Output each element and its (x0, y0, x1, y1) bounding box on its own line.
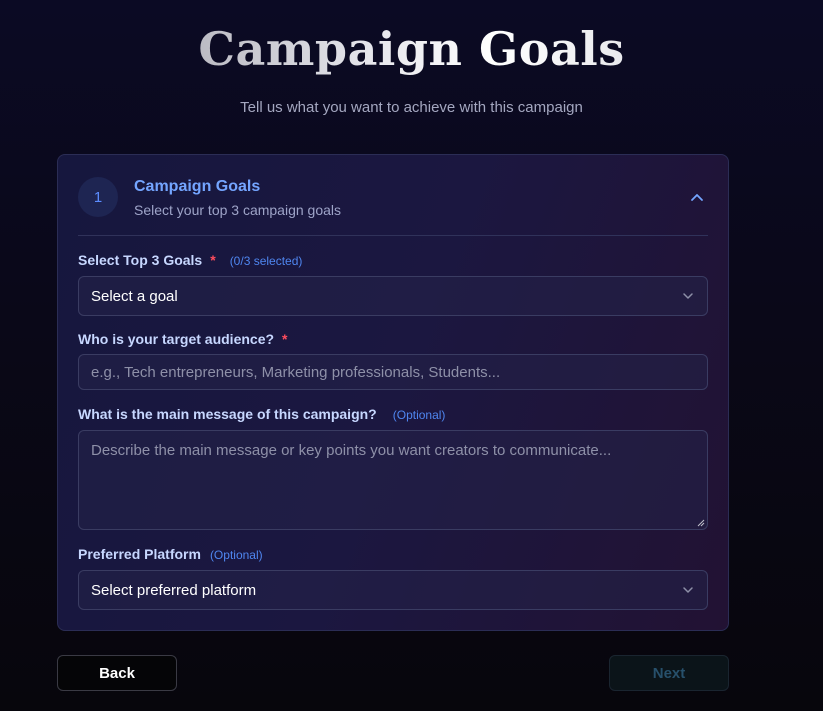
section-header[interactable]: 1 Campaign Goals Select your top 3 campa… (78, 155, 708, 236)
platform-select-value: Select preferred platform (91, 581, 257, 599)
chevron-down-icon (681, 583, 695, 597)
step-number-badge: 1 (78, 177, 118, 217)
collapse-button[interactable] (686, 187, 708, 207)
target-audience-input[interactable]: e.g., Tech entrepreneurs, Marketing prof… (78, 354, 708, 390)
audience-label-text: Who is your target audience? (78, 331, 275, 347)
campaign-goals-card: 1 Campaign Goals Select your top 3 campa… (57, 154, 729, 631)
platform-optional: (Optional) (209, 548, 263, 562)
resize-handle-icon[interactable] (697, 519, 705, 527)
goals-required-mark: * (210, 252, 216, 268)
section-title: Campaign Goals (134, 178, 261, 195)
platform-select[interactable]: Select preferred platform (78, 570, 708, 610)
goals-label: Select Top 3 Goals * (0/3 selected) (78, 252, 302, 268)
message-label: What is the main message of this campaig… (78, 406, 445, 422)
goals-label-text: Select Top 3 Goals (78, 252, 203, 268)
target-audience-placeholder: e.g., Tech entrepreneurs, Marketing prof… (91, 363, 501, 381)
page-title: Campaign Goals (0, 22, 823, 76)
goals-counter: (0/3 selected) (229, 254, 303, 268)
message-optional: (Optional) (392, 408, 446, 422)
platform-label-text: Preferred Platform (78, 546, 201, 562)
back-button[interactable]: Back (57, 655, 177, 691)
message-label-text: What is the main message of this campaig… (78, 406, 377, 422)
main-message-textarea[interactable]: Describe the main message or key points … (78, 430, 708, 530)
audience-label: Who is your target audience? * (78, 331, 287, 347)
section-subtitle: Select your top 3 campaign goals (134, 202, 342, 218)
goals-select-value: Select a goal (91, 287, 178, 305)
chevron-up-icon (691, 194, 703, 201)
audience-required-mark: * (282, 331, 288, 347)
page-subtitle: Tell us what you want to achieve with th… (240, 99, 583, 116)
chevron-down-icon (681, 289, 695, 303)
goals-select[interactable]: Select a goal (78, 276, 708, 316)
main-message-placeholder: Describe the main message or key points … (91, 442, 612, 459)
platform-label: Preferred Platform (Optional) (78, 546, 263, 562)
next-button[interactable]: Next (609, 655, 729, 691)
